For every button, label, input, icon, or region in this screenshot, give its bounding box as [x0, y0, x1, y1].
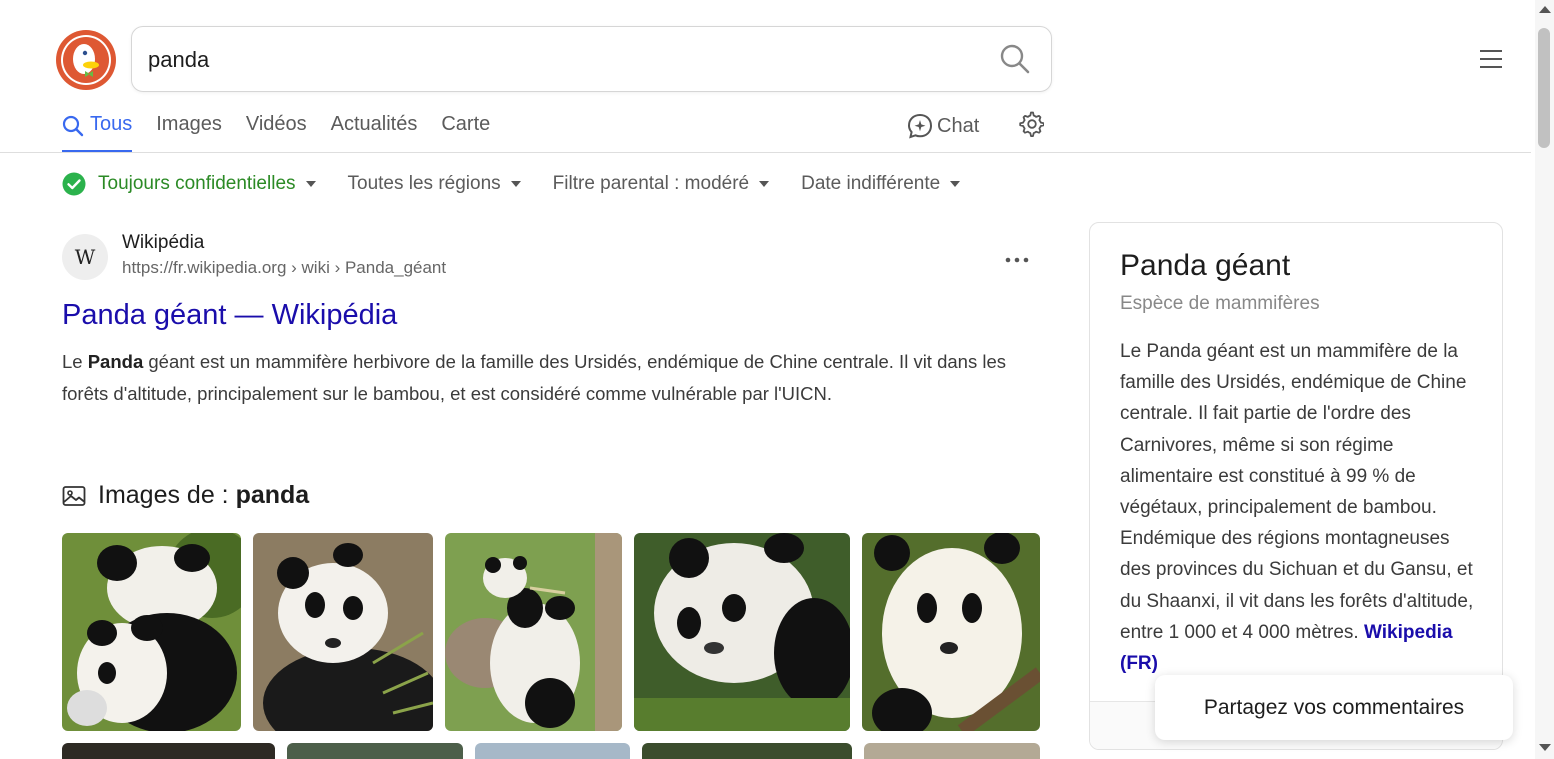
search-input[interactable]	[148, 45, 968, 75]
feedback-label: Partagez vos commentaires	[1203, 695, 1465, 719]
caret-down-icon	[510, 181, 521, 187]
privacy-filter-label: Toujours confidentielles	[98, 173, 296, 194]
kp-subtitle: Espèce de mammifères	[1120, 293, 1320, 314]
images-heading-prefix: Images de :	[98, 481, 229, 509]
parental-filter[interactable]: Filtre parental : modéré	[552, 173, 770, 195]
scroll-up-arrow-icon[interactable]	[1539, 6, 1551, 13]
result-site-name[interactable]: Wikipédia	[122, 232, 204, 254]
images-heading-query: panda	[235, 481, 310, 509]
chat-label: Chat	[937, 114, 980, 137]
panda-image-7[interactable]	[287, 743, 463, 759]
search-tabs: Tous Images Vidéos Actualités Carte	[62, 110, 514, 153]
wikipedia-favicon: W	[62, 234, 108, 280]
check-circle-icon	[62, 172, 86, 196]
panda-image-4[interactable]	[634, 533, 850, 731]
images-section-heading[interactable]: Images de : panda	[62, 481, 309, 510]
kp-text: Le Panda géant est un mammifère de la fa…	[1120, 341, 1474, 643]
filter-bar: Toujours confidentielles Toutes les régi…	[62, 172, 992, 196]
panda-image-10[interactable]	[864, 743, 1040, 759]
panda-image-8[interactable]	[475, 743, 630, 759]
more-options-icon[interactable]	[1003, 248, 1031, 272]
parental-filter-label: Filtre parental : modéré	[552, 173, 750, 194]
snippet-bold: Panda	[87, 351, 144, 372]
tabs-divider	[0, 152, 1531, 153]
hamburger-menu-icon[interactable]	[1478, 46, 1504, 72]
tab-label: Carte	[441, 113, 491, 135]
region-filter-label: Toutes les régions	[347, 173, 501, 194]
result-title-link[interactable]: Panda géant — Wikipédia	[62, 299, 397, 332]
knowledge-panel: Panda géant Espèce de mammifères Le Pand…	[1089, 222, 1503, 750]
panda-image-3[interactable]	[445, 533, 622, 731]
search-icon	[62, 115, 84, 137]
tab-images[interactable]: Images	[156, 110, 222, 153]
search-icon[interactable]	[999, 43, 1031, 75]
chat-icon	[907, 113, 933, 139]
tab-videos[interactable]: Vidéos	[246, 110, 307, 153]
panda-image-9[interactable]	[642, 743, 852, 759]
tab-maps[interactable]: Carte	[441, 110, 490, 153]
chat-button[interactable]: Chat	[907, 110, 979, 139]
caret-down-icon	[305, 181, 316, 187]
kp-title: Panda géant	[1120, 249, 1291, 282]
panda-image-6[interactable]	[62, 743, 275, 759]
feedback-button[interactable]: Partagez vos commentaires	[1155, 675, 1513, 740]
scrollbar-thumb[interactable]	[1538, 28, 1550, 148]
date-filter[interactable]: Date indifférente	[801, 173, 961, 195]
region-filter[interactable]: Toutes les régions	[348, 173, 521, 195]
tab-label: Actualités	[330, 113, 418, 135]
privacy-filter[interactable]: Toujours confidentielles	[62, 172, 316, 196]
panda-image-2[interactable]	[253, 533, 433, 731]
tab-label: Images	[156, 113, 222, 135]
snippet-prefix: Le	[62, 351, 88, 372]
caret-down-icon	[950, 181, 961, 187]
result-snippet: Le Panda géant est un mammifère herbivor…	[62, 346, 1042, 409]
tab-label: Tous	[90, 113, 133, 135]
tab-label: Vidéos	[245, 113, 307, 135]
panda-image-5[interactable]	[862, 533, 1040, 731]
scroll-down-arrow-icon[interactable]	[1539, 744, 1551, 751]
panda-image-1[interactable]	[62, 533, 241, 731]
result-url[interactable]: https://fr.wikipedia.org › wiki › Panda_…	[122, 258, 446, 278]
caret-down-icon	[759, 181, 770, 187]
image-icon	[62, 485, 86, 506]
kp-description: Le Panda géant est un mammifère de la fa…	[1120, 336, 1480, 679]
scrollbar[interactable]	[1535, 0, 1554, 759]
date-filter-label: Date indifférente	[801, 173, 941, 194]
search-box	[131, 26, 1052, 92]
snippet-rest: géant est un mammifère herbivore de la f…	[62, 351, 1006, 404]
gear-icon[interactable]	[1018, 111, 1044, 137]
tab-all[interactable]: Tous	[62, 110, 133, 153]
duckduckgo-logo[interactable]	[55, 29, 117, 91]
tab-news[interactable]: Actualités	[331, 110, 418, 153]
